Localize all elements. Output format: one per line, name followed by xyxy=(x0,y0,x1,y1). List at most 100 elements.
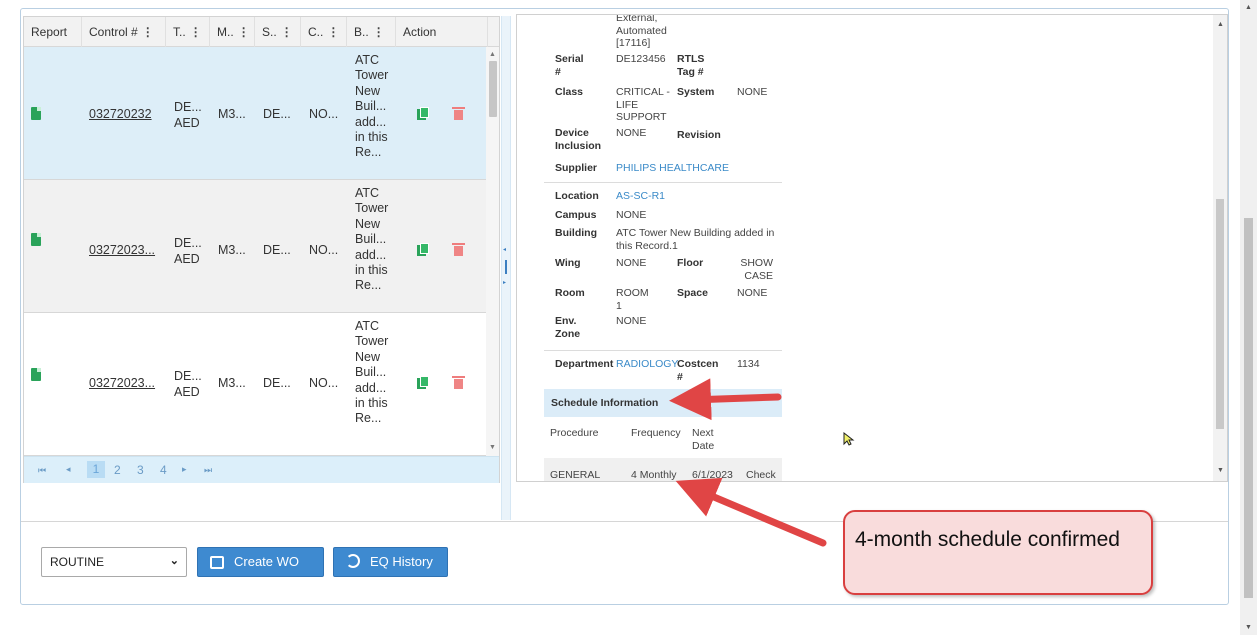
class-cell: NO... xyxy=(309,243,339,257)
env-zone-label: Env. Zone xyxy=(555,315,581,340)
scroll-down-icon[interactable]: ▼ xyxy=(1217,467,1224,474)
column-header-building[interactable]: B.. ⋮ xyxy=(347,17,396,47)
page-1[interactable]: 1 xyxy=(87,461,105,478)
grid-rows: 032720232 DE... AED M3... DE... NO... AT… xyxy=(24,47,486,456)
scrollbar-thumb[interactable] xyxy=(1244,218,1253,598)
first-page-icon[interactable]: ⏮ xyxy=(38,465,46,476)
costcen-label: Costcen # xyxy=(677,358,719,383)
control-number-link[interactable]: 03272023... xyxy=(89,375,155,391)
scrollbar-thumb[interactable] xyxy=(489,61,497,117)
room-value: ROOM 1 xyxy=(616,287,649,312)
table-row[interactable]: 03272023... DE... AED M3... DE... NO... … xyxy=(24,180,486,313)
column-menu-icon[interactable]: ⋮ xyxy=(327,25,339,39)
column-menu-icon[interactable]: ⋮ xyxy=(373,25,385,39)
schedule-check[interactable]: Check xyxy=(746,469,776,481)
campus-label: Campus xyxy=(555,209,597,221)
detail-scrollbar[interactable]: ▲ ▼ xyxy=(1213,15,1227,481)
scrollbar-thumb[interactable] xyxy=(1216,199,1224,429)
trash-icon[interactable] xyxy=(452,107,465,120)
campus-value: NONE xyxy=(616,209,647,221)
class-label: Class xyxy=(555,86,584,98)
trash-icon[interactable] xyxy=(452,243,465,256)
column-header-class[interactable]: C.. ⋮ xyxy=(301,17,347,47)
floor-label: Floor xyxy=(677,257,704,269)
copy-icon[interactable] xyxy=(417,376,429,389)
page-3[interactable]: 3 xyxy=(137,463,144,477)
supplier-label: Supplier xyxy=(555,162,598,174)
costcen-value: 1134 xyxy=(737,358,760,370)
collapse-right-icon[interactable]: ▸ xyxy=(503,279,506,286)
page-2[interactable]: 2 xyxy=(114,463,121,477)
divider xyxy=(544,182,782,183)
page-scrollbar[interactable]: ▲ ▼ xyxy=(1240,0,1257,635)
scroll-down-icon[interactable]: ▼ xyxy=(489,444,496,451)
department-link[interactable]: RADIOLOGY xyxy=(616,358,678,371)
equipment-grid: Report Control # ⋮ T.. ⋮ M.. ⋮ S.. ⋮ C.. ⋮ B.… xyxy=(23,16,500,483)
inclusion-value: NONE xyxy=(616,127,647,139)
model-cell: M3... xyxy=(218,107,246,121)
eq-history-button[interactable]: EQ History xyxy=(333,547,448,577)
control-number-link[interactable]: 032720232 xyxy=(89,106,152,122)
divider xyxy=(544,350,782,351)
wo-type-select[interactable]: ROUTINE ⌄ xyxy=(41,547,187,577)
grid-header: Report Control # ⋮ T.. ⋮ M.. ⋮ S.. ⋮ C.. ⋮ B.… xyxy=(24,17,499,47)
scroll-down-icon[interactable]: ▼ xyxy=(1245,624,1252,631)
next-page-icon[interactable]: ▸ xyxy=(182,464,187,475)
splitter-handle[interactable] xyxy=(505,260,507,274)
location-link[interactable]: AS-SC-R1 xyxy=(616,190,665,203)
document-icon[interactable] xyxy=(31,107,41,120)
column-header-status[interactable]: S.. ⋮ xyxy=(255,17,301,47)
column-menu-icon[interactable]: ⋮ xyxy=(142,25,154,39)
column-menu-icon[interactable]: ⋮ xyxy=(281,25,293,39)
control-number-link[interactable]: 03272023... xyxy=(89,242,155,258)
mouse-cursor-icon xyxy=(843,432,855,446)
column-header-report[interactable]: Report xyxy=(24,17,82,47)
status-cell: DE... xyxy=(263,243,291,257)
class-cell: NO... xyxy=(309,107,339,121)
building-cell: ATC Tower New Buil... add... in this Re.… xyxy=(355,186,389,293)
scroll-up-icon[interactable]: ▲ xyxy=(489,51,496,58)
wo-type-value: ROUTINE xyxy=(50,555,104,569)
last-page-icon[interactable]: ⏭ xyxy=(204,465,212,476)
column-header-type[interactable]: T.. ⋮ xyxy=(166,17,210,47)
frequency-column-header: Frequency xyxy=(631,427,681,439)
panel-splitter[interactable]: ◂ ▸ xyxy=(501,16,511,520)
document-icon[interactable] xyxy=(31,233,41,246)
column-header-model[interactable]: M.. ⋮ xyxy=(210,17,255,47)
type-cell: DE... AED xyxy=(174,236,202,266)
schedule-next-date: 6/1/2023 xyxy=(692,469,733,481)
copy-icon[interactable] xyxy=(417,107,429,120)
schedule-frequency: 4 Monthly xyxy=(631,469,677,481)
copy-icon[interactable] xyxy=(417,243,429,256)
equipment-detail-panel: External, Automated [17116] Serial # DE1… xyxy=(516,14,1228,482)
document-icon[interactable] xyxy=(31,368,41,381)
location-label: Location xyxy=(555,190,599,202)
supplier-link[interactable]: PHILIPS HEALTHCARE xyxy=(616,162,729,175)
column-header-control[interactable]: Control # ⋮ xyxy=(82,17,166,47)
page-4[interactable]: 4 xyxy=(160,463,167,477)
building-label: Building xyxy=(555,227,597,239)
create-wo-button[interactable]: Create WO xyxy=(197,547,324,577)
table-row[interactable]: 03272023... DE... AED M3... DE... NO... … xyxy=(24,313,486,456)
annotation-callout: 4-month schedule confirmed xyxy=(843,510,1153,595)
scroll-up-icon[interactable]: ▲ xyxy=(1217,21,1224,28)
next-date-column-header: Next Date xyxy=(692,427,715,452)
table-row[interactable]: 032720232 DE... AED M3... DE... NO... AT… xyxy=(24,47,486,180)
wing-value: NONE xyxy=(616,257,647,269)
schedule-row[interactable]: GENERAL 4 Monthly 6/1/2023 Check xyxy=(544,458,782,481)
trash-icon[interactable] xyxy=(452,376,465,389)
prev-page-icon[interactable]: ◂ xyxy=(66,464,71,475)
grid-scrollbar[interactable]: ▲ ▼ xyxy=(486,47,499,456)
column-menu-icon[interactable]: ⋮ xyxy=(238,25,250,39)
scroll-up-icon[interactable]: ▲ xyxy=(1245,4,1252,11)
column-menu-icon[interactable]: ⋮ xyxy=(190,25,202,39)
room-label: Room xyxy=(555,287,585,299)
schedule-info-title: Schedule Information xyxy=(551,397,659,409)
space-label: Space xyxy=(677,287,708,299)
chevron-down-icon: ⌄ xyxy=(169,555,179,567)
building-value: ATC Tower New Building added in this Rec… xyxy=(616,227,775,252)
pagination: ⏮ ◂ 1 2 3 4 ▸ ⏭ xyxy=(24,456,499,483)
class-value: CRITICAL - LIFE SUPPORT xyxy=(616,86,670,123)
collapse-left-icon[interactable]: ◂ xyxy=(503,246,506,253)
clipboard-edit-icon xyxy=(210,556,224,569)
